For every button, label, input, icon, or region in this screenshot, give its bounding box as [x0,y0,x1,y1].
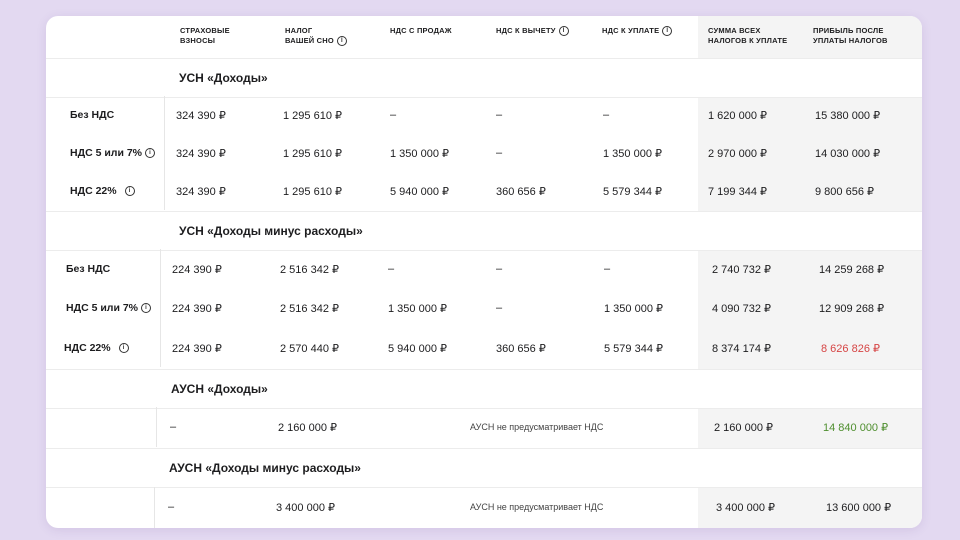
section-title: АУСН «Доходы минус расходы» [169,461,361,475]
section-ausn-income-minus: АУСН «Доходы минус расходы» [46,448,922,488]
table-row: – 2 160 000 ₽ АУСН не предусматривает НД… [170,421,889,434]
info-icon[interactable]: i [558,26,569,37]
table-header: СТРАХОВЫЕ ВЗНОСЫ НАЛОГ ВАШЕЙ СНО i НДС С П… [46,16,922,59]
table-row: НДС 22% i 224 390 ₽ 2 570 440 ₽ 5 940 000… [64,342,880,355]
table-row: – 3 400 000 ₽ АУСН не предусматривает НД… [168,501,892,514]
tax-comparison-table: СТРАХОВЫЕ ВЗНОСЫ НАЛОГ ВАШЕЙ СНО i НДС С П… [46,16,922,528]
section-ausn-income: АУСН «Доходы» [46,369,922,409]
info-icon[interactable]: i [141,303,151,314]
header-nds-deduct: НДС К ВЫЧЕТУ i [496,26,569,37]
table-row: Без НДС 324 390 ₽ 1 295 610 ₽ – – – 1 62… [70,109,881,122]
section-title: УСН «Доходы» [179,71,268,85]
profit-highlight-low: 8 626 826 ₽ [821,343,880,355]
table-row: НДС 5 или 7% i 324 390 ₽ 1 295 610 ₽ 1 35… [70,147,881,160]
info-icon[interactable]: i [118,343,129,354]
section-title: АУСН «Доходы» [171,382,268,396]
header-total: СУММА ВСЕХ НАЛОГОВ К УПЛАТЕ [708,26,788,45]
profit-highlight-high: 14 840 000 ₽ [823,422,889,434]
table-row: НДС 5 или 7% i 224 390 ₽ 2 516 342 ₽ 1 35… [66,302,885,315]
header-nds-pay: НДС К УПЛАТЕ i [602,26,673,37]
info-icon[interactable]: i [336,36,347,47]
header-vznosy: СТРАХОВЫЕ ВЗНОСЫ [180,26,230,45]
table-row: НДС 22% i 324 390 ₽ 1 295 610 ₽ 5 940 000… [70,185,874,198]
info-icon[interactable]: i [145,148,155,159]
section-usn-income-minus: УСН «Доходы минус расходы» [46,211,922,251]
header-nalog: НАЛОГ ВАШЕЙ СНО i [285,26,347,47]
section-title: УСН «Доходы минус расходы» [179,224,363,238]
section-usn-income: УСН «Доходы» [46,58,922,98]
header-nds-sales: НДС С ПРОДАЖ [390,26,452,35]
table-row: Без НДС 224 390 ₽ 2 516 342 ₽ – – – 2 74… [66,263,885,276]
info-icon[interactable]: i [662,26,673,37]
header-profit: ПРИБЫЛЬ ПОСЛЕ УПЛАТЫ НАЛОГОВ [813,26,888,45]
info-icon[interactable]: i [124,186,135,197]
